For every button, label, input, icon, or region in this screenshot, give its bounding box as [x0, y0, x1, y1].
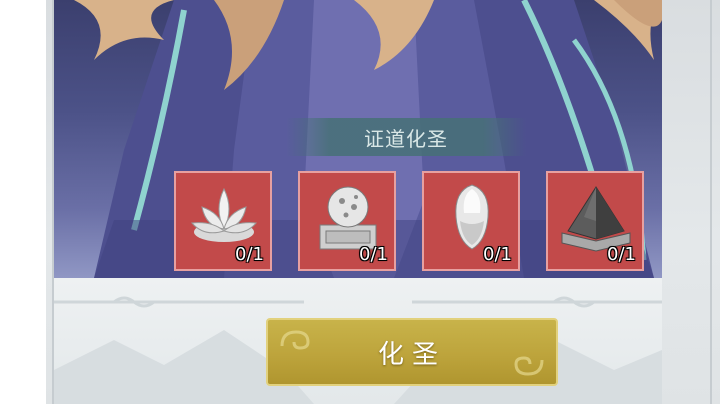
left-margin	[0, 0, 46, 404]
item-slot[interactable]: 0/1	[546, 171, 644, 271]
cloud-swirl-icon	[280, 330, 310, 350]
item-count: 0/1	[359, 244, 388, 265]
ascend-button-label: 化圣	[377, 339, 446, 370]
cloud-divider	[54, 296, 662, 308]
game-screen: 证道化圣 0/1 0/1 0/1 0/1 化圣	[0, 0, 720, 404]
item-count: 0/1	[607, 244, 636, 265]
title-banner: 证道化圣	[286, 118, 526, 156]
item-count: 0/1	[235, 244, 264, 265]
item-slot[interactable]: 0/1	[298, 171, 396, 271]
ascend-button[interactable]: 化圣	[266, 318, 558, 386]
cloud-swirl-icon	[514, 356, 544, 376]
panel-title: 证道化圣	[364, 126, 448, 151]
item-count: 0/1	[483, 244, 512, 265]
item-slot[interactable]: 0/1	[422, 171, 520, 271]
item-slot[interactable]: 0/1	[174, 171, 272, 271]
